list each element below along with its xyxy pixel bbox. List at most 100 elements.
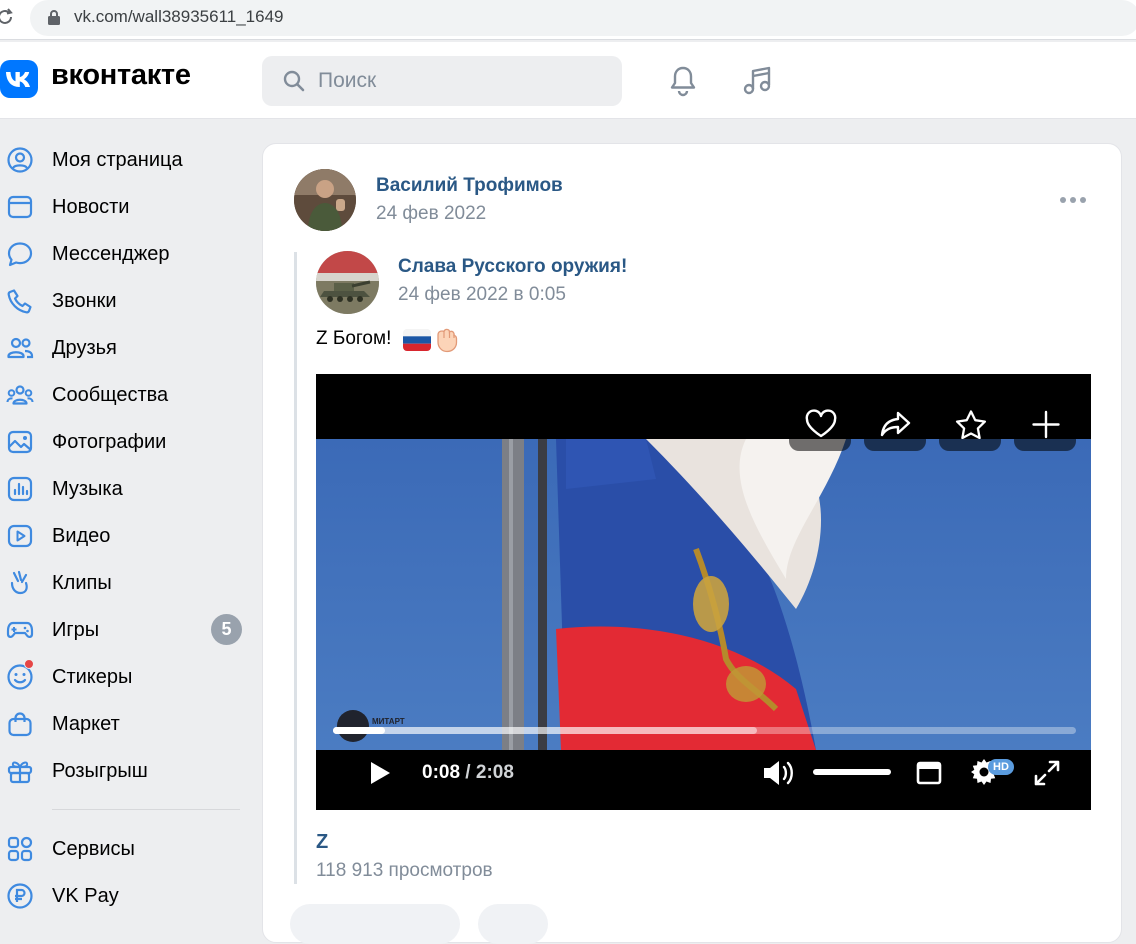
progress-played	[333, 727, 385, 734]
sidebar-item-photos[interactable]: Фотографии	[0, 418, 250, 465]
browser-address-bar: vk.com/wall38935611_1649	[0, 0, 1136, 40]
repost-indicator-line	[294, 252, 297, 884]
video-favorite-button[interactable]	[939, 399, 1001, 451]
sidebar-item-label: Мессенджер	[52, 243, 170, 265]
sidebar-item-label: Новости	[52, 196, 130, 218]
gift-icon	[7, 761, 33, 784]
vkpay-icon	[7, 883, 33, 909]
current-time: 0:08	[422, 762, 461, 783]
raised-fist-emoji-icon	[437, 328, 458, 353]
sidebar-item-friends[interactable]: Друзья	[0, 324, 250, 371]
sidebar-item-stickers[interactable]: Стикеры	[0, 653, 250, 700]
repost-source-avatar[interactable]	[316, 251, 379, 314]
music-player-icon[interactable]	[740, 64, 774, 98]
url-text[interactable]: vk.com/wall38935611_1649	[74, 7, 284, 27]
sidebar-item-label: Сообщества	[52, 384, 169, 406]
brand-wordmark[interactable]: вконтакте	[51, 59, 191, 92]
sidebar-item-label: Друзья	[52, 337, 117, 359]
sidebar-item-label: Маркет	[52, 713, 120, 735]
video-time: 0:08 / 2:08	[422, 762, 514, 784]
repost-source-name[interactable]: Слава Русского оружия!	[398, 256, 627, 278]
post-author-name[interactable]: Василий Трофимов	[376, 175, 563, 197]
sidebar-item-clips[interactable]: Клипы	[0, 559, 250, 606]
volume-slider[interactable]	[813, 769, 891, 775]
progress-buffered	[333, 727, 757, 734]
sidebar-item-label: Сервисы	[52, 838, 135, 860]
plus-icon	[1032, 410, 1060, 439]
lock-icon	[48, 10, 60, 25]
time-separator: /	[460, 762, 476, 783]
russian-flag-emoji-icon	[403, 329, 431, 351]
sidebar-item-games[interactable]: Игры 5	[0, 606, 250, 653]
phone-icon	[7, 289, 32, 314]
sidebar-item-my-page[interactable]: Моя страница	[0, 136, 250, 183]
search-icon	[283, 70, 305, 92]
communities-icon	[6, 385, 34, 405]
like-reaction-button[interactable]	[290, 904, 460, 944]
search-box[interactable]	[262, 56, 622, 106]
clips-icon	[10, 570, 28, 595]
volume-icon[interactable]	[761, 758, 797, 788]
total-duration: 2:08	[475, 762, 514, 783]
user-circle-icon	[7, 147, 33, 173]
sidebar-item-label: Розыгрыш	[52, 760, 148, 782]
sidebar-item-news[interactable]: Новости	[0, 183, 250, 230]
sidebar-divider	[52, 809, 240, 810]
sidebar-item-market[interactable]: Маркет	[0, 700, 250, 747]
sidebar-item-services[interactable]: Сервисы	[0, 825, 250, 872]
sidebar-item-label: Музыка	[52, 478, 123, 500]
sidebar-item-label: Видео	[52, 525, 111, 547]
music-icon	[7, 476, 33, 502]
share-icon	[880, 411, 911, 437]
sidebar-item-label: Игры	[52, 619, 100, 641]
play-icon[interactable]	[368, 760, 392, 786]
sidebar-item-music[interactable]: Музыка	[0, 465, 250, 512]
star-icon	[955, 410, 987, 439]
sidebar-item-calls[interactable]: Звонки	[0, 277, 250, 324]
video-icon	[7, 524, 33, 548]
repost-date[interactable]: 24 фев 2022 в 0:05	[398, 284, 566, 306]
search-input[interactable]	[318, 56, 608, 106]
chat-icon	[7, 242, 33, 267]
video-title[interactable]: Z	[316, 831, 328, 854]
mini-player-icon[interactable]	[916, 760, 942, 786]
sidebar-item-video[interactable]: Видео	[0, 512, 250, 559]
hd-quality-badge: HD	[988, 759, 1014, 775]
gamepad-icon	[6, 621, 34, 639]
vk-logo-icon[interactable]	[0, 60, 38, 98]
news-icon	[7, 195, 33, 219]
video-share-button[interactable]	[864, 399, 926, 451]
friends-icon	[7, 337, 34, 359]
sidebar-item-communities[interactable]: Сообщества	[0, 371, 250, 418]
video-player[interactable]: МИТАРТ 0:08 / 2:08 HD	[316, 374, 1091, 810]
games-count-badge: 5	[211, 614, 242, 645]
wall-post-card: Василий Трофимов 24 фев 2022 Слава Русск…	[262, 143, 1122, 944]
sidebar-item-vk-pay[interactable]: VK Pay	[0, 872, 250, 919]
sidebar-item-giveaway[interactable]: Розыгрыш	[0, 747, 250, 794]
post-date[interactable]: 24 фев 2022	[376, 203, 486, 225]
bag-icon	[8, 712, 32, 737]
sidebar-item-label: Моя страница	[52, 149, 183, 171]
fullscreen-icon[interactable]	[1033, 759, 1061, 787]
heart-icon	[805, 409, 837, 438]
comment-button[interactable]	[478, 904, 548, 944]
video-add-button[interactable]	[1014, 399, 1076, 451]
reload-icon[interactable]	[0, 6, 16, 28]
sidebar-item-label: Стикеры	[52, 666, 133, 688]
notifications-bell-icon[interactable]	[666, 64, 700, 98]
post-text: Z Богом!	[316, 328, 392, 349]
sidebar-item-label: Фотографии	[52, 431, 167, 453]
video-frame-flag: МИТАРТ	[316, 439, 1091, 750]
photos-icon	[7, 430, 33, 454]
sidebar-item-messenger[interactable]: Мессенджер	[0, 230, 250, 277]
video-like-button[interactable]	[789, 399, 851, 451]
video-progress-bar[interactable]	[333, 727, 1076, 734]
sidebar-item-label: Звонки	[52, 290, 117, 312]
video-views: 118 913 просмотров	[316, 860, 493, 881]
more-options-icon[interactable]	[1058, 194, 1088, 206]
sidebar-item-label: Клипы	[52, 572, 112, 594]
services-icon	[7, 836, 33, 862]
top-header: вконтакте	[0, 42, 1136, 119]
author-avatar[interactable]	[294, 169, 356, 231]
video-watermark-text: МИТАРТ	[372, 717, 405, 726]
